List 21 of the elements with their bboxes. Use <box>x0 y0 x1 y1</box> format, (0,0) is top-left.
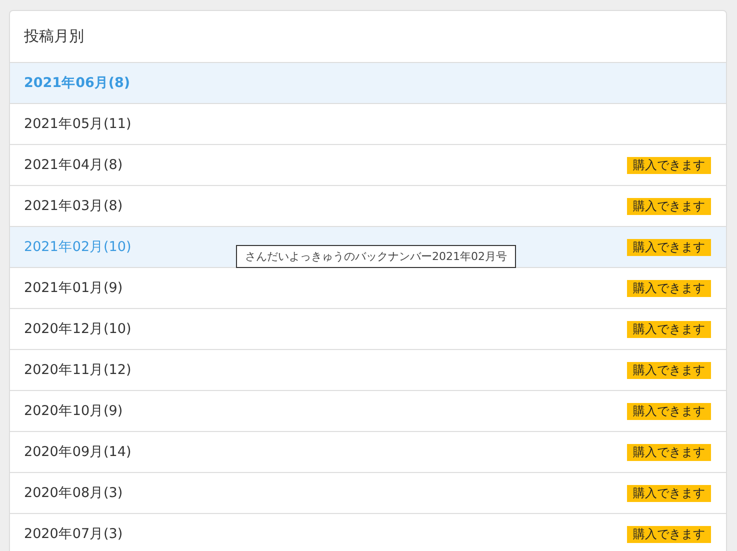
month-link[interactable]: 2020年08月(3) 購入できます <box>10 472 726 513</box>
purchase-badge: 購入できます <box>627 526 711 542</box>
month-link[interactable]: 2020年10月(9) 購入できます <box>10 390 726 431</box>
month-link[interactable]: 2020年11月(12) 購入できます <box>10 349 726 390</box>
purchase-badge: 購入できます <box>627 156 711 174</box>
purchase-badge: 購入できます <box>627 198 711 214</box>
month-link[interactable]: 2021年04月(8) 購入できます <box>10 144 726 185</box>
purchase-badge: 購入できます <box>627 484 711 502</box>
purchase-badge: 購入できます <box>627 238 711 256</box>
month-link[interactable]: 2020年09月(14) 購入できます <box>10 431 726 472</box>
tooltip: さんだいよっきゅうのバックナンバー2021年02月号 <box>236 245 516 268</box>
purchase-badge: 購入できます <box>627 444 711 460</box>
purchase-badge: 購入できます <box>627 280 711 296</box>
month-link[interactable]: 2021年05月(11) <box>10 103 726 144</box>
month-link[interactable]: 2021年01月(9) 購入できます <box>10 267 726 308</box>
month-link[interactable]: 2020年12月(10) 購入できます <box>10 308 726 349</box>
purchase-badge: 購入できます <box>627 402 711 420</box>
panel-title: 投稿月別 <box>24 27 84 46</box>
purchase-badge: 購入できます <box>627 362 711 378</box>
purchase-badge: 購入できます <box>627 320 711 338</box>
month-link[interactable]: 2020年07月(3) 購入できます <box>10 513 726 551</box>
